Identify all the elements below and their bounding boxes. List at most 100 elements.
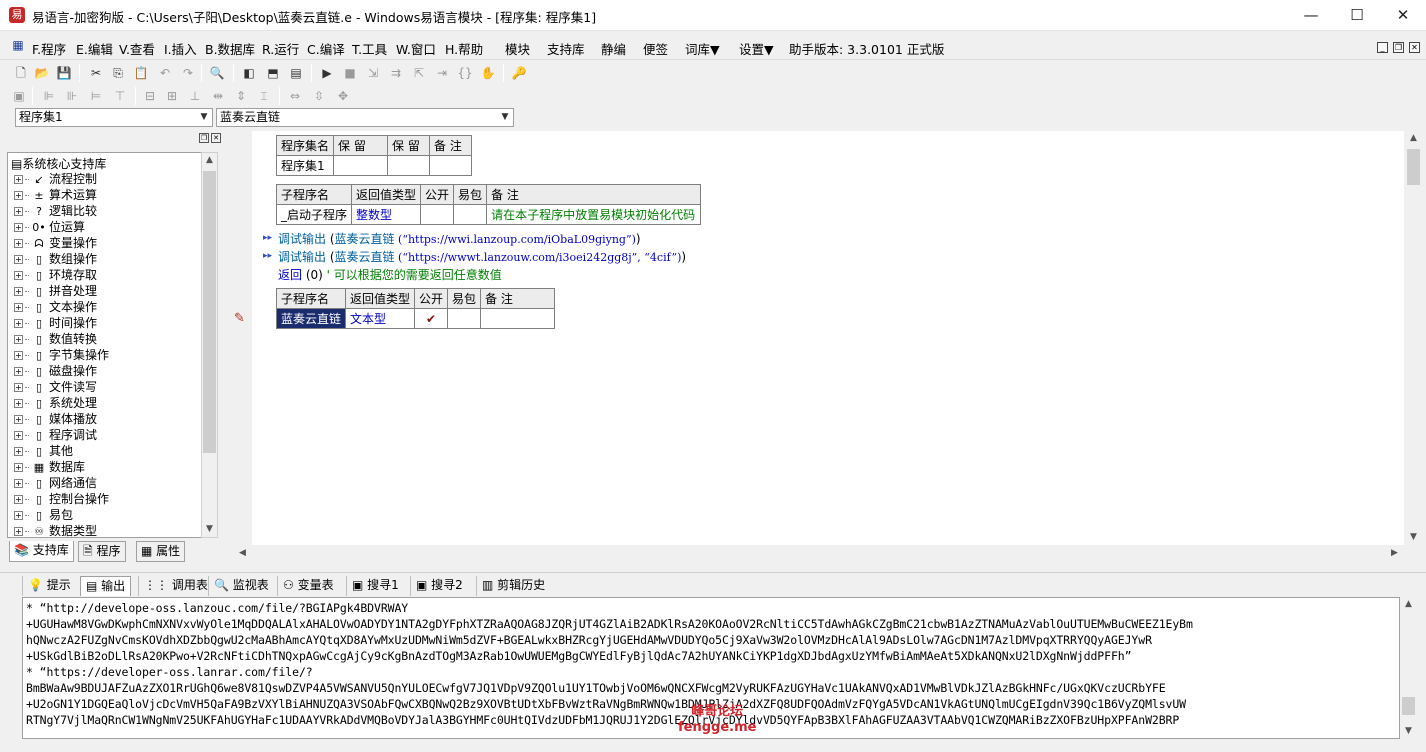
tab-properties[interactable]: ▦ 属性 [136,541,186,562]
table-cell[interactable]: 整数型 [351,204,422,225]
expand-plus-icon[interactable]: + [14,447,23,456]
align-bottom-icon[interactable]: ⊥ [187,88,203,104]
table-cell[interactable] [453,204,488,225]
expand-plus-icon[interactable]: + [14,463,23,472]
mdi-close-button[interactable]: ✕ [1409,42,1420,53]
table-cell[interactable]: 文本型 [345,308,416,329]
menu-thesaurus[interactable]: 词库▼ [685,39,720,58]
scroll-left-icon[interactable]: ◀ [235,546,250,561]
table-cell[interactable] [333,155,389,176]
run-to-cursor-icon[interactable]: ⇥ [434,65,450,81]
redo-icon[interactable]: ↷ [180,65,196,81]
tree-root[interactable]: ▤系统核心支持库 [11,155,106,172]
expand-plus-icon[interactable]: + [14,399,23,408]
menu-insert[interactable]: I.插入 [164,39,197,58]
menu-help[interactable]: H.帮助 [445,39,483,58]
tree-item[interactable]: +0• 位运算 [14,219,85,235]
tree-item[interactable]: +? 逻辑比较 [14,203,97,219]
maximize-button[interactable]: ☐ [1334,0,1380,31]
align-right-icon[interactable]: ⊨ [88,88,104,104]
layout-left-icon[interactable]: ◧ [241,65,257,81]
same-height-icon[interactable]: ⊞ [164,88,180,104]
menu-run[interactable]: R.运行 [262,39,299,58]
table-cell[interactable]: _启动子程序 [275,204,353,225]
expand-plus-icon[interactable]: + [14,367,23,376]
scroll-right-icon[interactable]: ▶ [1387,546,1402,561]
table-cell[interactable] [480,308,556,329]
tree-item[interactable]: + ± 算术运算 [14,187,97,203]
menu-view[interactable]: V.查看 [119,39,155,58]
expand-plus-icon[interactable]: + [14,239,23,248]
mdi-restore-button[interactable]: ❐ [1393,42,1404,53]
scroll-up-icon[interactable]: ▲ [1406,131,1421,146]
space-v-icon[interactable]: ⇕ [233,88,249,104]
tab-output[interactable]: ▤ 输出 [80,576,132,596]
center-both-icon[interactable]: ✥ [335,88,351,104]
align-grid-icon[interactable]: ▣ [11,88,27,104]
tree-item[interactable]: + ♾ 数据类型 [14,523,97,537]
braces-icon[interactable]: {} [457,65,473,81]
expand-plus-icon[interactable]: + [14,303,23,312]
tree-scrollbar[interactable]: ▲ ▼ [201,152,218,538]
expand-plus-icon[interactable]: + [14,335,23,344]
tree-item[interactable]: + ▯ 字节集操作 [14,347,109,363]
new-file-icon[interactable]: 🗋 [13,65,29,81]
tree-item[interactable]: + ᗣ 变量操作 [14,235,97,251]
center-h-icon[interactable]: ⇔ [287,88,303,104]
return-line[interactable]: 返回 (0) ' 可以根据您的需要返回任意数值 [278,266,502,283]
save-icon[interactable]: 💾 [56,65,72,81]
assistant-icon[interactable]: 🔑 [511,65,527,81]
hand-icon[interactable]: ✋ [480,65,496,81]
align-left-icon[interactable]: ⊫ [41,88,57,104]
table-cell[interactable] [387,155,431,176]
table-cell[interactable]: 程序集1 [275,155,335,176]
expand-plus-icon[interactable]: + [14,431,23,440]
menu-database[interactable]: B.数据库 [205,39,255,58]
code-line[interactable]: 调试输出 (蓝奏云直链 (“https://wwi.lanzoup.com/iO… [278,230,641,247]
tree-item[interactable]: + ▦ 数据库 [14,459,85,475]
table-cell-selected[interactable]: 蓝奏云直链 [275,308,347,329]
library-tree[interactable]: ▤系统核心支持库 + ↙ 流程控制 + ± 算术运算 +? 逻辑比较 +0• 位运算 + ᗣ 变量操作 +… [7,152,202,538]
same-width-icon[interactable]: ⊟ [142,88,158,104]
expand-plus-icon[interactable]: + [14,175,23,184]
output-scrollbar[interactable]: ▲ ▼ [1400,597,1417,739]
paste-icon[interactable]: 📋 [133,65,149,81]
tab-support-lib[interactable]: 📚 支持库 [9,541,74,562]
open-folder-icon[interactable]: 📂 [34,65,50,81]
expand-plus-icon[interactable]: + [14,271,23,280]
layout-both-icon[interactable]: ▤ [288,65,304,81]
table-cell[interactable] [447,308,482,329]
table-cell[interactable] [429,155,473,176]
layout-top-icon[interactable]: ⬒ [265,65,281,81]
expand-plus-icon[interactable]: + [14,287,23,296]
space-even-icon[interactable]: ⌶ [256,88,272,104]
expand-plus-icon[interactable]: + [14,223,23,232]
tree-item[interactable]: + ▯ 时间操作 [14,315,97,331]
mdi-minimize-button[interactable]: _ [1377,42,1388,53]
menu-module[interactable]: 模块 [505,39,530,58]
tree-item[interactable]: + ▯ 拼音处理 [14,283,97,299]
code-line[interactable]: 调试输出 (蓝奏云直链 (“https://wwwt.lanzouw.com/i… [278,248,686,265]
table-cell[interactable] [420,204,455,225]
expand-plus-icon[interactable]: + [14,527,23,536]
step-over-icon[interactable]: ⇉ [388,65,404,81]
expand-plus-icon[interactable]: + [14,495,23,504]
tab-search2[interactable]: ▣ 搜寻2 [410,576,468,596]
tab-watch[interactable]: 🔍 监视表 [208,576,274,596]
tab-variables[interactable]: ⚇ 变量表 [277,576,339,596]
menu-tools[interactable]: T.工具 [352,39,387,58]
step-into-icon[interactable]: ⇲ [365,65,381,81]
scroll-down-icon[interactable]: ▼ [1401,724,1416,739]
menu-compile[interactable]: C.编译 [307,39,345,58]
scroll-up-icon[interactable]: ▲ [1401,597,1416,612]
menu-edit[interactable]: E.编辑 [76,39,113,58]
expand-plus-icon[interactable]: + [14,415,23,424]
align-center-icon[interactable]: ⊪ [64,88,80,104]
expand-plus-icon[interactable]: + [14,479,23,488]
chevron-down-icon[interactable]: ▼ [196,109,212,126]
tree-item[interactable]: + ▯ 控制台操作 [14,491,109,507]
expand-plus-icon[interactable]: + [14,511,23,520]
tree-item[interactable]: + ▯ 程序调试 [14,427,97,443]
menu-file[interactable]: F.程序 [32,39,66,58]
undo-icon[interactable]: ↶ [157,65,173,81]
